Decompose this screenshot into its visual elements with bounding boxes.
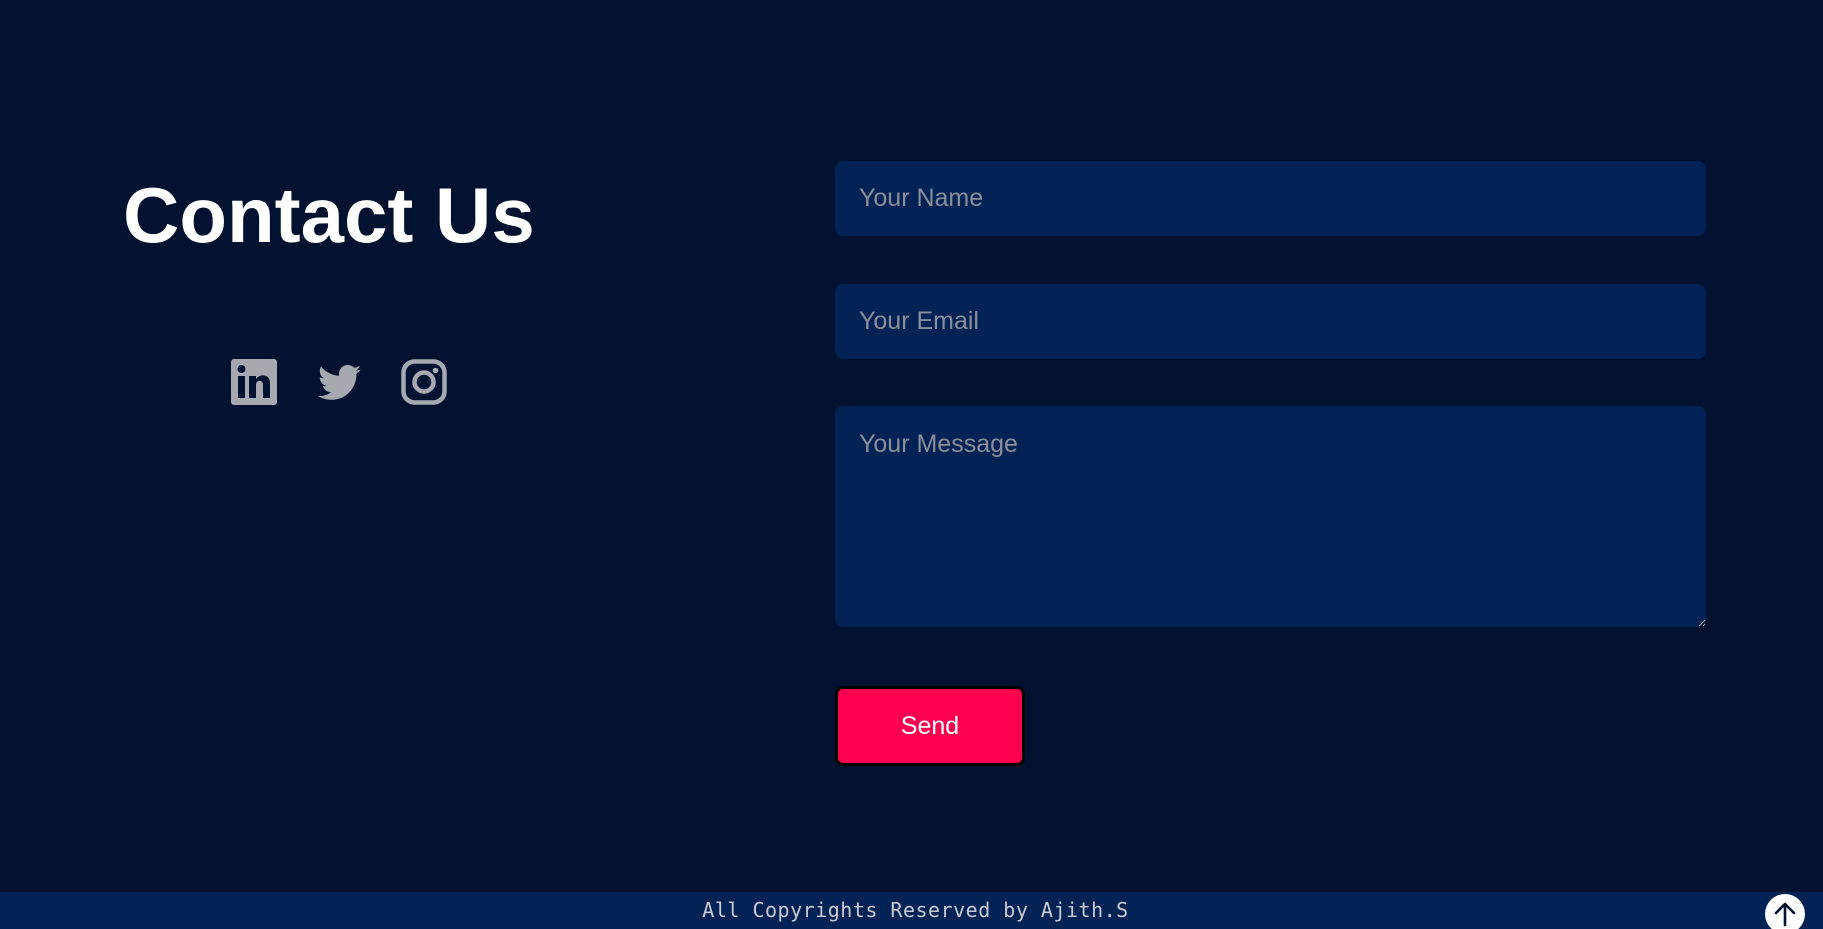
name-input[interactable] xyxy=(835,161,1706,236)
instagram-link[interactable] xyxy=(400,358,448,406)
linkedin-link[interactable] xyxy=(230,358,278,406)
send-button[interactable]: Send xyxy=(835,686,1025,766)
page-title: Contact Us xyxy=(123,171,535,259)
message-textarea[interactable] xyxy=(835,406,1706,627)
contact-page: Contact Us Send All Copyrigh xyxy=(0,0,1823,929)
social-links xyxy=(230,358,448,406)
footer: All Copyrights Reserved by Ajith.S xyxy=(0,892,1823,929)
email-input[interactable] xyxy=(835,284,1706,359)
linkedin-icon xyxy=(231,359,277,405)
scroll-to-top-button[interactable] xyxy=(1765,894,1805,929)
arrow-up-icon xyxy=(1774,902,1796,927)
instagram-icon xyxy=(401,359,447,405)
twitter-icon xyxy=(317,365,361,400)
copyright-text: All Copyrights Reserved by Ajith.S xyxy=(702,898,1129,922)
twitter-link[interactable] xyxy=(315,358,363,406)
